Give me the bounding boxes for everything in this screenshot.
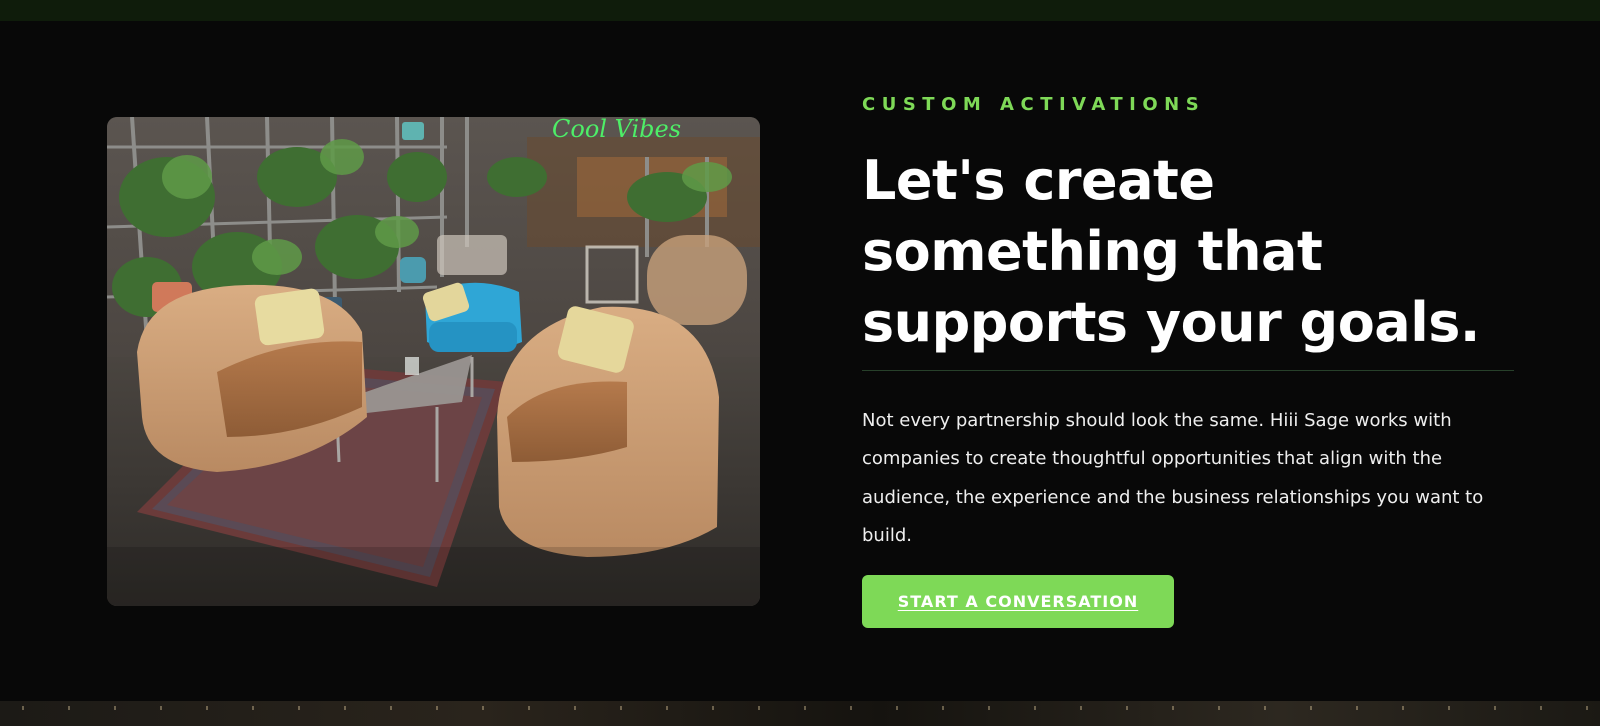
top-strip (0, 0, 1600, 21)
section-description: Not every partnership should look the sa… (862, 410, 1484, 547)
start-conversation-button[interactable]: START A CONVERSATION (862, 575, 1174, 628)
neon-sign-text: Cool Vibes (552, 117, 681, 143)
section-headline: Let's create something that supports you… (862, 149, 1480, 354)
divider (862, 370, 1514, 371)
lounge-photo: Cool Vibes (107, 117, 760, 606)
eyebrow-label: CUSTOM ACTIVATIONS (862, 94, 1206, 115)
custom-activations-section: Cool Vibes CUSTOM ACTIVATIONS Let's crea… (0, 21, 1600, 701)
string-lights-decoration (0, 706, 1600, 710)
next-section-preview (0, 701, 1600, 726)
